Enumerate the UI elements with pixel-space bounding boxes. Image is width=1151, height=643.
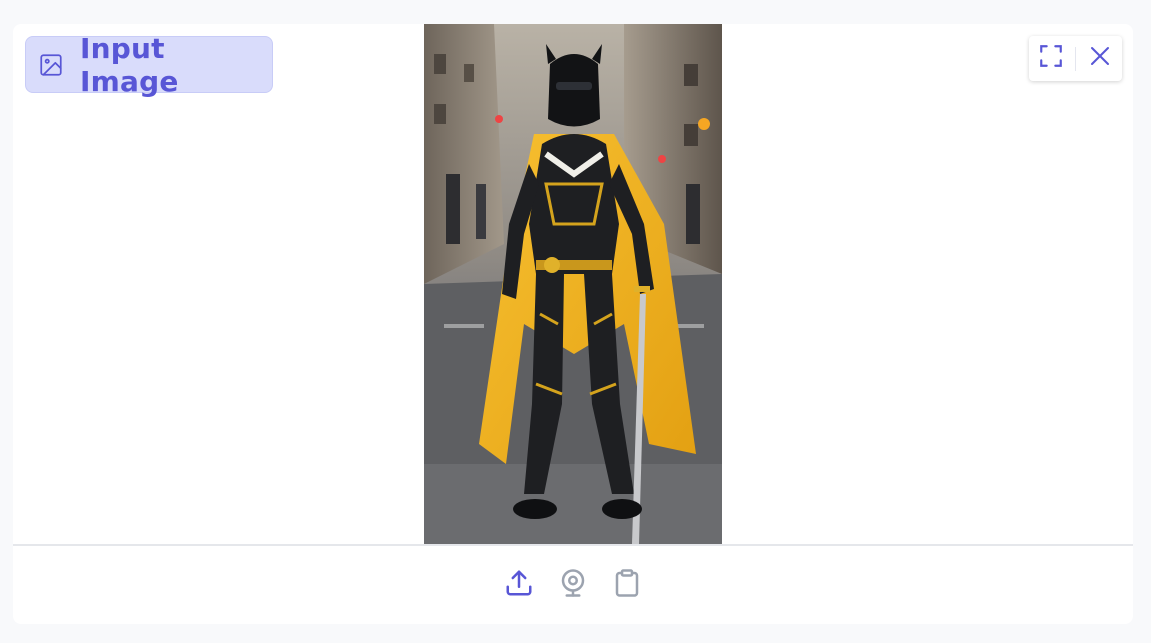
source-selector — [13, 546, 1133, 624]
clipboard-icon — [612, 568, 642, 603]
clipboard-source-button[interactable] — [610, 568, 644, 602]
uploaded-image — [424, 24, 722, 544]
input-label-text: Input Image — [80, 31, 179, 98]
upload-source-button[interactable] — [502, 568, 536, 602]
toolbar-divider — [1075, 46, 1076, 71]
image-icon — [38, 52, 64, 78]
upload-icon — [504, 568, 534, 603]
close-button[interactable] — [1086, 45, 1114, 73]
input-label-chip: Input Image — [25, 32, 273, 98]
image-toolbar — [1029, 36, 1122, 81]
image-input-panel: Input Image — [13, 24, 1133, 624]
fullscreen-icon — [1038, 43, 1064, 74]
close-icon — [1088, 44, 1112, 73]
webcam-source-button[interactable] — [556, 568, 590, 602]
webcam-icon — [558, 568, 588, 603]
fullscreen-button[interactable] — [1037, 45, 1065, 73]
